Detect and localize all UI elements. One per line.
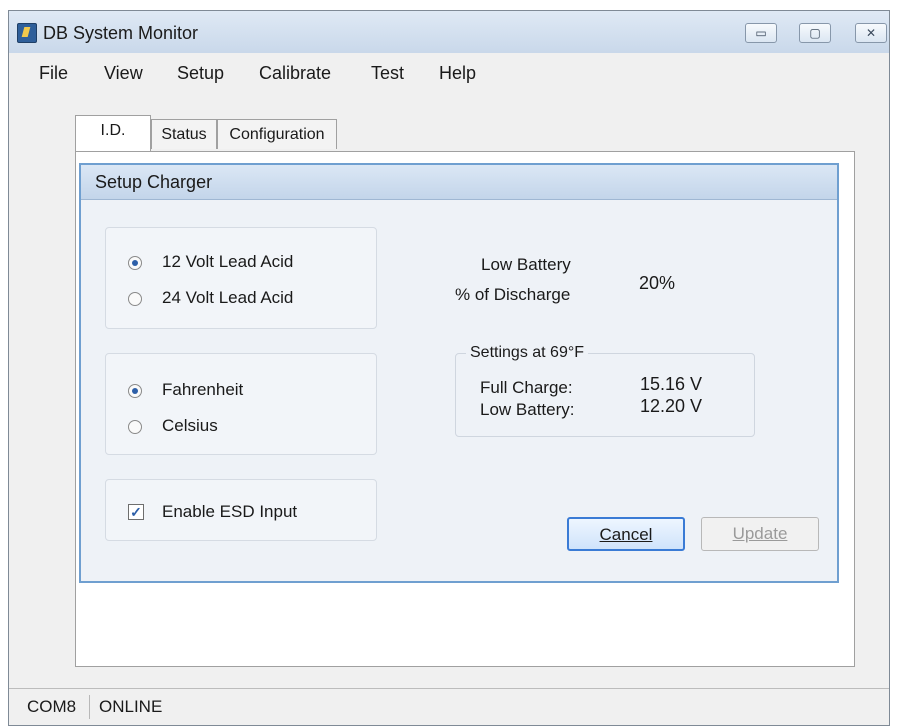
close-button[interactable]: ✕ [855,23,887,43]
discharge-label: % of Discharge [455,285,571,304]
settings-legend: Settings at 69°F [466,344,589,362]
battery-type-group: 12 Volt Lead Acid 24 Volt Lead Acid [105,227,377,329]
window-title: DB System Monitor [43,23,199,43]
radio-fahrenheit[interactable] [128,384,142,398]
temperature-unit-group: Fahrenheit Celsius [105,353,377,455]
menu-calibrate[interactable]: Calibrate [259,63,331,84]
status-separator [89,695,90,719]
app-window: DB System Monitor ▭ ▢ ✕ File View Setup … [8,10,890,726]
minimize-button[interactable]: ▭ [745,23,777,43]
status-bar: COM8 ONLINE [9,688,889,725]
label-24-volt: 24 Volt Lead Acid [162,288,294,307]
app-icon [17,23,37,43]
update-button[interactable]: Update [701,517,819,551]
esd-group: ✓ Enable ESD Input [105,479,377,541]
settings-group: Settings at 69°F Full Charge: 15.16 V Lo… [455,344,755,437]
update-button-label: Update [732,524,788,543]
menu-bar: File View Setup Calibrate Test Help [9,53,889,93]
low-battery-label: Low Battery [481,255,571,274]
menu-test[interactable]: Test [371,63,404,84]
radio-12-volt[interactable] [128,256,142,270]
menu-view[interactable]: View [104,63,143,84]
low-battery-setting-label: Low Battery: [480,400,575,419]
dialog-header: Setup Charger [81,165,837,200]
maximize-button[interactable]: ▢ [799,23,831,43]
full-charge-label: Full Charge: [480,378,573,397]
radio-celsius[interactable] [128,420,142,434]
menu-setup[interactable]: Setup [177,63,224,84]
radio-24-volt[interactable] [128,292,142,306]
cancel-button-label: Cancel [599,525,653,544]
label-12-volt: 12 Volt Lead Acid [162,252,294,271]
status-port: COM8 [27,697,77,716]
low-battery-setting-value: 12.20 V [640,396,703,416]
label-fahrenheit: Fahrenheit [162,380,244,399]
label-esd-input: Enable ESD Input [162,502,298,521]
status-connection: ONLINE [99,697,163,716]
title-bar: DB System Monitor ▭ ▢ ✕ [9,11,889,54]
tab-id[interactable]: I.D. [75,115,151,151]
dialog-title: Setup Charger [95,172,213,192]
full-charge-value: 15.16 V [640,374,703,394]
tab-status[interactable]: Status [151,119,217,149]
setup-charger-dialog: Setup Charger 12 Volt Lead Acid 24 Volt … [79,163,839,583]
tab-configuration[interactable]: Configuration [217,119,337,149]
low-battery-percent-value: 20% [639,273,676,293]
cancel-button[interactable]: Cancel [567,517,685,551]
esd-checkbox[interactable]: ✓ [128,504,144,520]
menu-file[interactable]: File [39,63,68,84]
menu-help[interactable]: Help [439,63,476,84]
label-celsius: Celsius [162,416,218,435]
